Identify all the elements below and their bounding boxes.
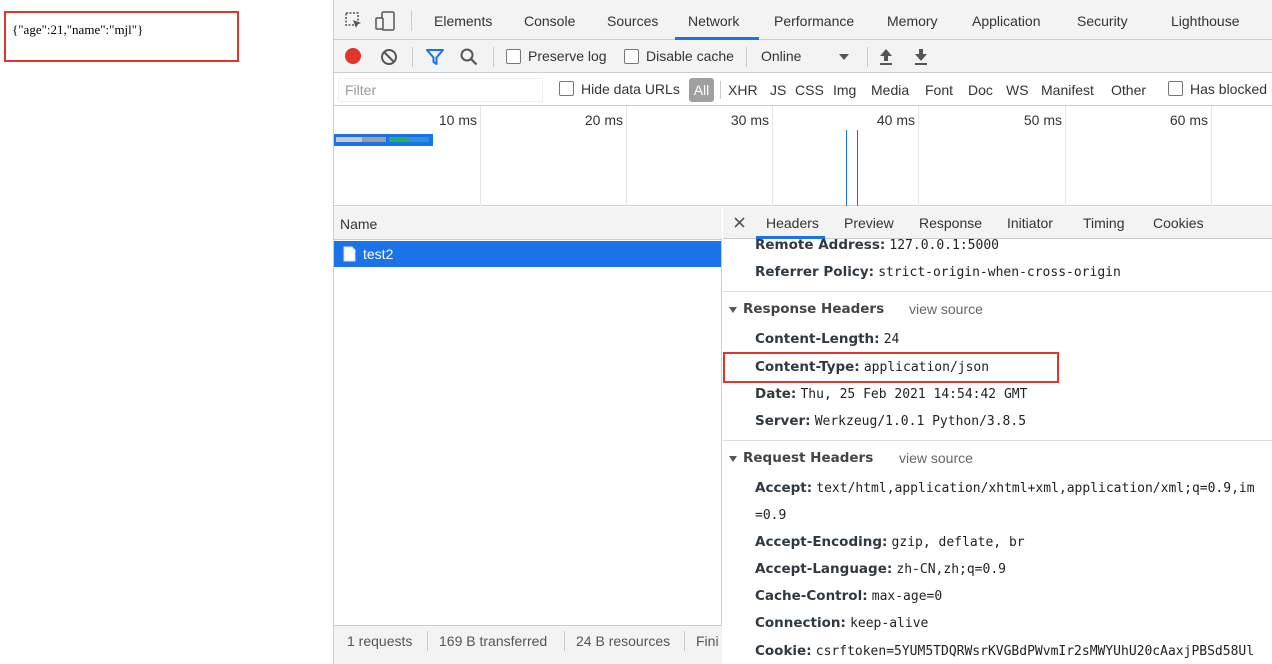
highlight-box-content-type bbox=[723, 352, 1059, 383]
filter-icon[interactable] bbox=[425, 48, 445, 66]
throttle-select[interactable]: Online bbox=[761, 48, 801, 64]
browser-page: {"age":21,"name":"mjl"} bbox=[0, 0, 333, 664]
response-headers-section[interactable]: Response Headers bbox=[729, 301, 884, 317]
overview-tick: 40 ms bbox=[876, 112, 915, 128]
header-row: Accept-Language: zh-CN,zh;q=0.9 bbox=[755, 561, 1006, 577]
filter-type-manifest[interactable]: Manifest bbox=[1041, 82, 1094, 98]
tab-timing[interactable]: Timing bbox=[1083, 215, 1125, 231]
expand-triangle-icon bbox=[729, 455, 737, 462]
header-row: Referrer Policy: strict-origin-when-cros… bbox=[755, 264, 1121, 280]
tab-initiator[interactable]: Initiator bbox=[1007, 215, 1053, 231]
tab-cookies[interactable]: Cookies bbox=[1153, 215, 1204, 231]
hide-data-urls-label: Hide data URLs bbox=[581, 81, 680, 97]
filter-type-doc[interactable]: Doc bbox=[968, 82, 993, 98]
tab-network[interactable]: Network bbox=[688, 13, 739, 29]
overview-tick: 20 ms bbox=[584, 112, 623, 128]
filter-type-xhr[interactable]: XHR bbox=[728, 82, 758, 98]
disable-cache-label: Disable cache bbox=[646, 48, 734, 64]
filter-type-font[interactable]: Font bbox=[925, 82, 953, 98]
filter-type-img[interactable]: Img bbox=[833, 82, 856, 98]
name-column-label: Name bbox=[340, 216, 378, 232]
filter-type-all[interactable]: All bbox=[689, 78, 714, 102]
filter-input[interactable]: Filter bbox=[338, 78, 543, 102]
overview-tick: 10 ms bbox=[438, 112, 477, 128]
tab-memory[interactable]: Memory bbox=[887, 13, 938, 29]
filter-type-other[interactable]: Other bbox=[1111, 82, 1146, 98]
request-name: test2 bbox=[363, 246, 394, 262]
devtools-tab-bar: Elements Console Sources Network Perform… bbox=[334, 0, 1272, 40]
disable-cache-checkbox[interactable] bbox=[624, 49, 639, 64]
tab-response[interactable]: Response bbox=[919, 215, 982, 231]
tab-headers[interactable]: Headers bbox=[766, 215, 819, 231]
document-icon bbox=[343, 246, 356, 262]
close-icon[interactable] bbox=[734, 217, 745, 228]
load-event-marker bbox=[857, 130, 858, 206]
table-row[interactable]: test2 bbox=[334, 241, 721, 267]
hide-data-urls-checkbox[interactable] bbox=[559, 81, 574, 96]
filter-type-css[interactable]: CSS bbox=[795, 82, 824, 98]
filter-type-js[interactable]: JS bbox=[770, 82, 786, 98]
header-row: Accept-Encoding: gzip, deflate, br bbox=[755, 534, 1025, 550]
search-icon[interactable] bbox=[460, 48, 478, 66]
header-row: Content-Length: 24 bbox=[755, 331, 900, 347]
filter-bar: Filter Hide data URLs All XHR JS CSS Img… bbox=[334, 73, 1272, 106]
name-column-header[interactable]: Name bbox=[334, 207, 722, 240]
dom-content-loaded-marker bbox=[846, 130, 847, 206]
expand-triangle-icon bbox=[729, 306, 737, 313]
record-icon[interactable] bbox=[344, 47, 362, 65]
tab-performance[interactable]: Performance bbox=[774, 13, 854, 29]
tab-elements[interactable]: Elements bbox=[434, 13, 492, 29]
header-row: Remote Address: 127.0.0.1:5000 bbox=[755, 237, 999, 253]
network-toolbar: Preserve log Disable cache Online bbox=[334, 40, 1272, 73]
header-row: Cookie: csrftoken=5YUM5TDQRWsrKVGBdPWvmI… bbox=[755, 643, 1255, 659]
header-row: Date: Thu, 25 Feb 2021 14:54:42 GMT bbox=[755, 386, 1028, 402]
tab-security[interactable]: Security bbox=[1077, 13, 1128, 29]
devtools-panel: Elements Console Sources Network Perform… bbox=[333, 0, 1272, 664]
detail-tab-bar: Headers Preview Response Initiator Timin… bbox=[723, 207, 1272, 239]
tab-console[interactable]: Console bbox=[524, 13, 575, 29]
inspect-element-icon[interactable] bbox=[344, 11, 364, 31]
header-row: Connection: keep-alive bbox=[755, 615, 929, 631]
import-har-icon[interactable] bbox=[877, 47, 895, 67]
json-response-text: {"age":21,"name":"mjl"} bbox=[12, 22, 144, 37]
header-row: Accept: text/html,application/xhtml+xml,… bbox=[755, 480, 1255, 496]
tab-preview[interactable]: Preview bbox=[844, 215, 894, 231]
tab-sources[interactable]: Sources bbox=[607, 13, 658, 29]
tab-application[interactable]: Application bbox=[972, 13, 1041, 29]
status-resources: 24 B resources bbox=[576, 633, 671, 649]
clear-icon[interactable] bbox=[380, 48, 398, 66]
overview-tick: 50 ms bbox=[1023, 112, 1062, 128]
tab-lighthouse[interactable]: Lighthouse bbox=[1171, 13, 1240, 29]
overview-tick: 30 ms bbox=[730, 112, 769, 128]
status-transferred: 169 B transferred bbox=[439, 633, 548, 649]
status-finish: Fini bbox=[696, 633, 719, 649]
has-blocked-checkbox[interactable] bbox=[1168, 81, 1183, 96]
has-blocked-label: Has blocked bbox=[1190, 81, 1268, 97]
overview-request-bar bbox=[334, 134, 433, 146]
export-har-icon[interactable] bbox=[912, 47, 930, 67]
request-detail-panel: Headers Preview Response Initiator Timin… bbox=[723, 207, 1272, 664]
status-requests: 1 requests bbox=[347, 633, 413, 649]
request-list: Name test2 1 requests 169 B transferred … bbox=[334, 207, 722, 664]
request-headers-section[interactable]: Request Headers bbox=[729, 450, 873, 466]
header-row: =0.9 bbox=[755, 508, 787, 523]
header-row: Cache-Control: max-age=0 bbox=[755, 588, 943, 604]
response-view-source-link[interactable]: view source bbox=[909, 301, 983, 317]
request-view-source-link[interactable]: view source bbox=[899, 450, 973, 466]
device-toolbar-icon[interactable] bbox=[375, 11, 397, 31]
chevron-down-icon[interactable] bbox=[838, 51, 850, 61]
filter-type-media[interactable]: Media bbox=[871, 82, 909, 98]
preserve-log-checkbox[interactable] bbox=[506, 49, 521, 64]
filter-type-ws[interactable]: WS bbox=[1006, 82, 1029, 98]
network-overview[interactable]: 10 ms 20 ms 30 ms 40 ms 50 ms 60 ms bbox=[334, 106, 1272, 206]
header-row: Server: Werkzeug/1.0.1 Python/3.8.5 bbox=[755, 413, 1027, 429]
overview-tick: 60 ms bbox=[1169, 112, 1208, 128]
preserve-log-label: Preserve log bbox=[528, 48, 607, 64]
